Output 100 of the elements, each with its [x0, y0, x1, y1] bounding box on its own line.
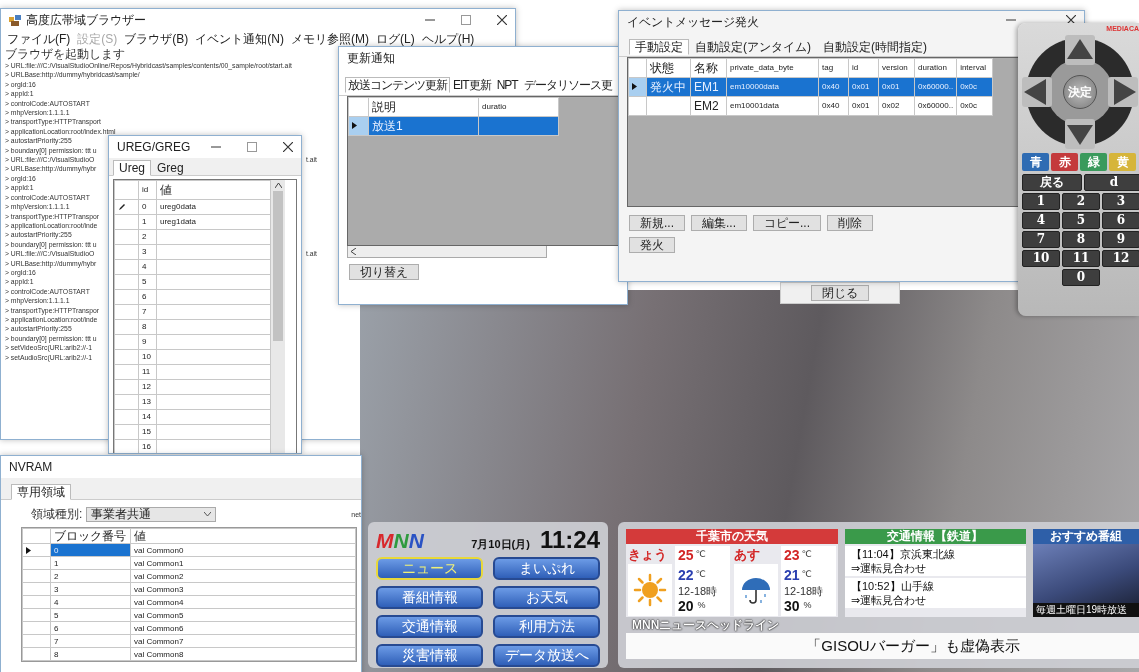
table-cell: 13 [138, 394, 157, 410]
column-header: ブロック番号 [50, 528, 131, 544]
tab[interactable]: 自動設定(時間指定) [817, 39, 933, 55]
window-title: イベントメッセージ発火 [627, 15, 759, 29]
d-button[interactable]: d [1084, 174, 1139, 191]
tab[interactable]: 専用領域 [11, 484, 71, 500]
tab[interactable]: 放送コンテンツ更新 [345, 77, 450, 93]
table-cell: 8 [50, 647, 131, 661]
menu-item[interactable]: イベント通知(N) [195, 32, 284, 46]
row-pointer-icon [352, 122, 357, 130]
train-status: ⇒運転見合わせ [851, 561, 928, 575]
menu-item[interactable]: ログ(L) [376, 32, 415, 46]
number-key[interactable]: 2 [1062, 193, 1100, 210]
table-cell: val Common1 [130, 556, 356, 570]
close-icon[interactable] [497, 15, 507, 25]
menu-item[interactable]: ブラウザ(B) [124, 32, 189, 46]
menu-button[interactable]: 利用方法 [493, 615, 600, 638]
dropdown[interactable]: 事業者共通 [86, 506, 217, 522]
number-key[interactable]: 1 [1022, 193, 1060, 210]
fire-button[interactable]: 発火 [629, 237, 675, 253]
menu-item[interactable]: メモリ参照(M) [291, 32, 369, 46]
table-cell: 2 [50, 569, 131, 583]
number-key[interactable]: 8 [1062, 231, 1100, 248]
unit-text: % [803, 599, 812, 613]
menu-button[interactable]: まいぷれ [493, 557, 600, 580]
menu-button[interactable]: 番組情報 [376, 586, 483, 609]
table-cell: val Common0 [130, 543, 356, 557]
action-button[interactable]: 編集... [691, 215, 748, 231]
column-header: 状態 [646, 58, 691, 78]
action-button[interactable]: 削除 [827, 215, 874, 231]
tab[interactable]: Greg [151, 160, 190, 176]
column-header: id [848, 58, 879, 78]
window-title: 更新通知 [347, 51, 395, 65]
menu-button[interactable]: ニュース [376, 557, 483, 580]
close-button[interactable]: 閉じる [811, 285, 869, 301]
menu-item[interactable]: ファイル(F) [7, 32, 71, 46]
field-label: 領域種別: [31, 506, 83, 523]
action-button[interactable]: 新規... [629, 215, 685, 231]
menu-button[interactable]: 災害情報 [376, 644, 483, 667]
tab[interactable]: EIT更新 [450, 77, 494, 93]
column-header: private_data_byte [726, 58, 819, 78]
number-key[interactable]: 4 [1022, 212, 1060, 229]
time-text: 11:24 [539, 528, 600, 552]
close-icon[interactable] [283, 142, 293, 152]
table-cell: 12 [138, 379, 157, 395]
number-key[interactable]: 5 [1062, 212, 1100, 229]
maximize-icon[interactable] [247, 142, 257, 152]
high-temp: 23 [784, 545, 800, 565]
column-header: interval [956, 58, 993, 78]
number-key[interactable]: 0 [1062, 269, 1100, 286]
action-button[interactable]: コピー... [753, 215, 822, 231]
menu-button[interactable]: データ放送へ [493, 644, 600, 667]
scroll-left-icon[interactable] [351, 248, 356, 255]
scroll-up-icon[interactable] [274, 183, 282, 188]
train-line: 【10:52】山手線 [851, 579, 935, 593]
number-key[interactable]: 11 [1062, 250, 1100, 267]
scrollbar[interactable] [347, 246, 547, 258]
row-pointer-icon [26, 546, 31, 554]
number-key[interactable]: 7 [1022, 231, 1060, 248]
sun-icon [633, 573, 667, 607]
number-key[interactable]: 10 [1022, 250, 1060, 267]
table-cell: 3 [50, 582, 131, 596]
table-cell: 7 [138, 304, 157, 320]
rain-chance: 30 [784, 597, 800, 615]
tab[interactable]: データリソース更 [520, 77, 615, 93]
table-cell: val Common3 [130, 582, 356, 596]
menu-button[interactable]: お天気 [493, 586, 600, 609]
tab[interactable]: NPT [493, 77, 521, 93]
tab[interactable]: 自動設定(アンタイム) [689, 39, 817, 55]
scrollbar[interactable] [271, 180, 285, 453]
table-cell: val Common2 [130, 569, 356, 583]
table-cell: val Common5 [130, 608, 356, 622]
number-key[interactable]: 6 [1102, 212, 1139, 229]
tab[interactable]: 手動設定 [629, 39, 689, 55]
caret-icon [204, 512, 212, 516]
number-key[interactable]: 9 [1102, 231, 1139, 248]
color-key[interactable]: 青 [1022, 153, 1049, 171]
menu-item[interactable]: ヘルプ(H) [421, 32, 475, 46]
unit-text: ℃ [801, 568, 812, 582]
switch-button[interactable]: 切り替え [349, 264, 419, 280]
table-cell: 1 [138, 214, 157, 230]
number-key[interactable]: 3 [1102, 193, 1139, 210]
unit-text: ℃ [801, 548, 812, 562]
back-button[interactable]: 戻る [1022, 174, 1082, 191]
period-label: 12-18時 [678, 586, 719, 597]
table-cell: 4 [138, 259, 157, 275]
rain-chance: 20 [678, 597, 694, 615]
tab[interactable]: Ureg [113, 160, 151, 176]
color-key[interactable]: 赤 [1051, 153, 1078, 171]
table-cell: val Common8 [130, 647, 356, 661]
day-label: きょう [628, 546, 668, 565]
window-title: UREG/GREG [117, 140, 191, 154]
menu-button[interactable]: 交通情報 [376, 615, 483, 638]
table-cell: 10 [138, 349, 157, 365]
column-header: duratio [478, 97, 559, 117]
table-cell: val Common7 [130, 634, 356, 648]
column-header: id [138, 180, 157, 200]
maximize-icon[interactable] [461, 15, 471, 25]
color-key[interactable]: 緑 [1080, 153, 1107, 171]
number-key[interactable]: 12 [1102, 250, 1139, 267]
